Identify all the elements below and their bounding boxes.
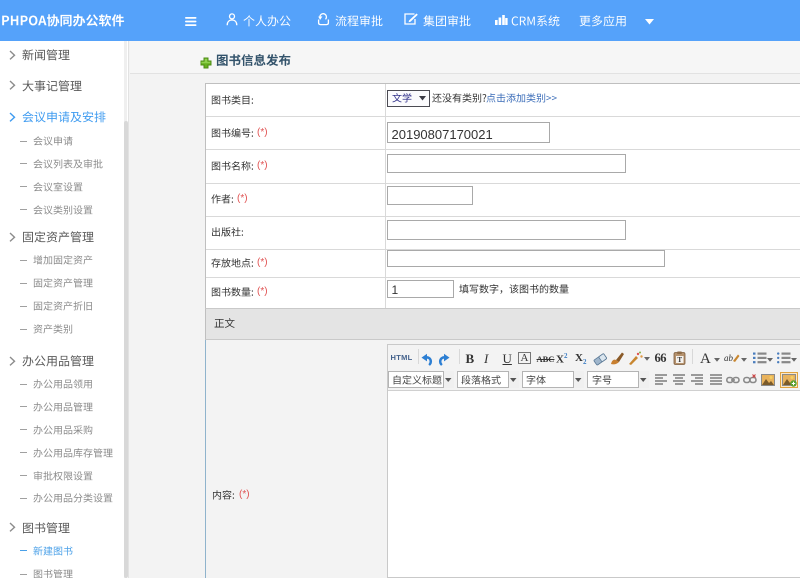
svg-text:T: T [677, 356, 682, 364]
svg-text:ab: ab [724, 353, 734, 363]
